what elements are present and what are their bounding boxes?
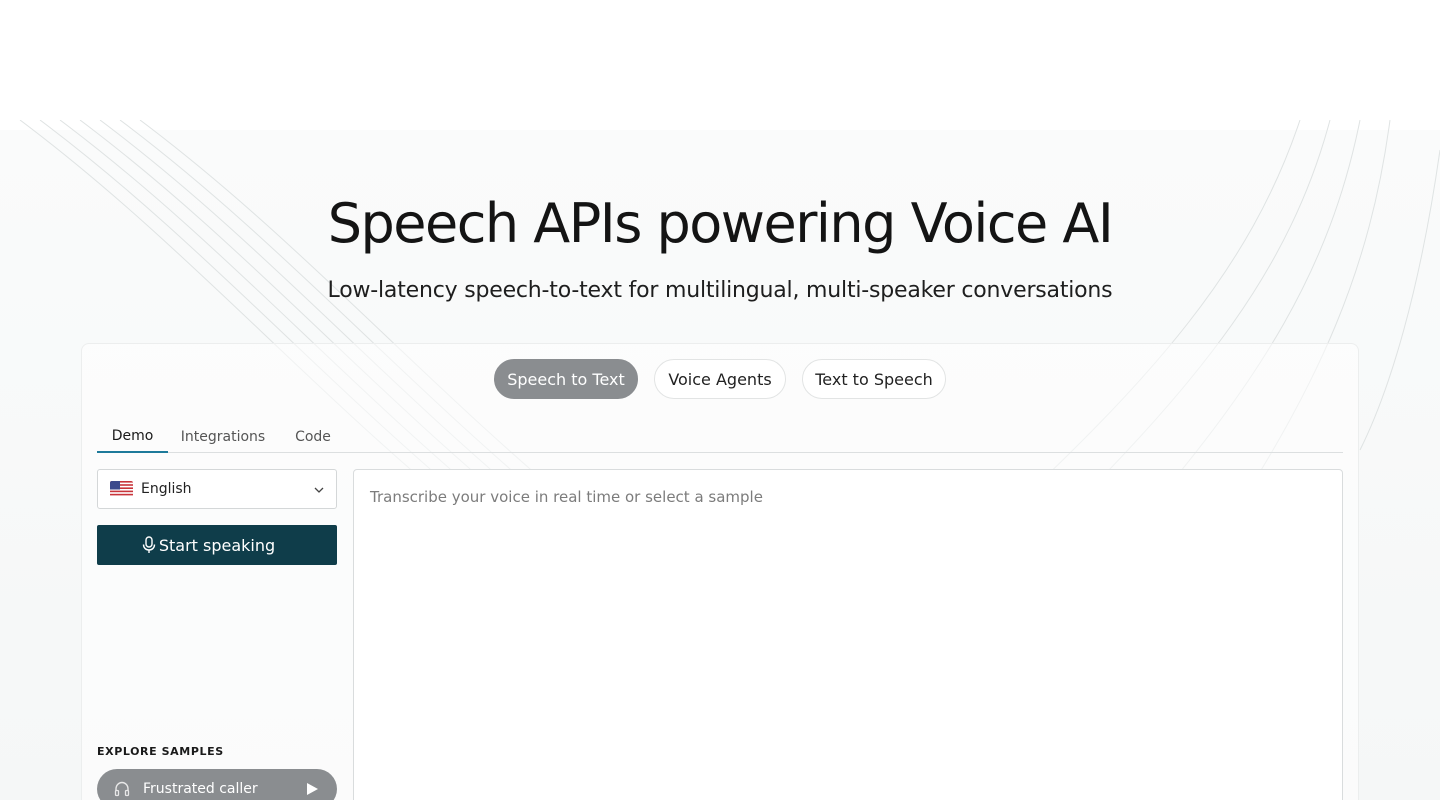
demo-tabs: Demo Integrations Code xyxy=(97,420,1343,453)
pill-speech-to-text[interactable]: Speech to Text xyxy=(494,359,638,399)
pill-text-to-speech[interactable]: Text to Speech xyxy=(802,359,946,399)
language-select-value: English xyxy=(141,481,192,497)
pill-label: Text to Speech xyxy=(815,369,933,389)
explore-samples-heading: EXPLORE SAMPLES xyxy=(97,745,224,758)
transcript-placeholder: Transcribe your voice in real time or se… xyxy=(370,488,763,506)
pill-voice-agents[interactable]: Voice Agents xyxy=(654,359,786,399)
tab-integrations[interactable]: Integrations xyxy=(176,420,270,453)
headphones-icon xyxy=(114,781,130,797)
sample-label: Frustrated caller xyxy=(143,781,258,797)
microphone-icon xyxy=(142,536,156,553)
us-flag-icon xyxy=(110,481,133,497)
page-headline: Speech APIs powering Voice AI xyxy=(327,192,1114,255)
tab-label: Demo xyxy=(111,427,154,444)
tab-label: Code xyxy=(295,428,331,445)
pill-label: Voice Agents xyxy=(668,369,772,389)
play-icon[interactable] xyxy=(305,782,319,796)
tab-demo[interactable]: Demo xyxy=(97,420,168,453)
language-select[interactable]: English xyxy=(97,469,337,509)
chevron-down-icon xyxy=(314,487,324,493)
tab-label: Integrations xyxy=(180,428,266,445)
start-speaking-label: Start speaking xyxy=(158,535,276,555)
transcript-area[interactable]: Transcribe your voice in real time or se… xyxy=(353,469,1343,800)
pill-label: Speech to Text xyxy=(507,369,625,389)
tab-code[interactable]: Code xyxy=(285,420,341,453)
sample-frustrated-caller[interactable]: Frustrated caller xyxy=(97,769,337,800)
page-subheadline: Low-latency speech-to-text for multiling… xyxy=(327,278,1113,303)
start-speaking-button[interactable]: Start speaking xyxy=(97,525,337,565)
